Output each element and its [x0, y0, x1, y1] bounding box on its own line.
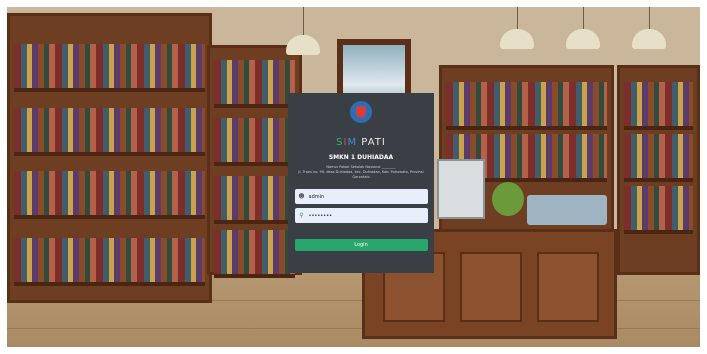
book-row — [446, 82, 607, 130]
book-row — [214, 230, 295, 278]
key-icon: ⚲ — [299, 212, 304, 219]
potted-plant — [492, 182, 524, 216]
school-logo-icon — [350, 101, 372, 123]
book-row — [14, 171, 205, 219]
book-row — [214, 118, 295, 166]
book-row — [14, 44, 205, 92]
login-card: SIM PATI SMKN 1 DUHIADAA Nomor Pokok Sek… — [288, 93, 434, 273]
school-address: Jl. Trans no. 90, desa Duhiadaa, kec. Du… — [298, 170, 424, 179]
username-field[interactable]: ☻ — [294, 189, 428, 204]
bookshelf-far-right — [617, 65, 700, 275]
book-row — [14, 238, 205, 286]
app-title-m: M — [347, 137, 358, 148]
app-title-s: S — [336, 137, 344, 148]
school-name: SMKN 1 DUHIADAA — [328, 154, 394, 161]
desk-panel — [460, 252, 522, 322]
npsn-label: Nomor Pokok Sekolah Nasional — [326, 165, 381, 169]
computer-monitor — [437, 159, 485, 219]
lamp-cord — [303, 7, 304, 37]
npsn-line: Nomor Pokok Sekolah Nasional ________ — [288, 165, 434, 169]
user-icon: ☻ — [298, 193, 305, 200]
bookshelf-left — [7, 13, 212, 303]
app-title-rest: PATI — [357, 137, 386, 148]
password-input[interactable] — [308, 212, 419, 219]
username-input[interactable] — [308, 193, 419, 200]
password-field[interactable]: ⚲ — [294, 208, 428, 223]
login-button[interactable]: Login — [294, 239, 428, 251]
lamp-cord — [649, 7, 650, 31]
lamp-cord — [583, 7, 584, 31]
book-row — [214, 60, 295, 108]
book-row — [624, 82, 693, 130]
book-row — [624, 134, 693, 182]
laptop — [527, 195, 607, 225]
book-row — [214, 176, 295, 224]
book-row — [624, 186, 693, 234]
app-title: SIM PATI — [288, 137, 434, 148]
desk-panel — [537, 252, 599, 322]
lamp-cord — [517, 7, 518, 31]
book-row — [14, 108, 205, 156]
npsn-value: ________ — [381, 165, 396, 169]
